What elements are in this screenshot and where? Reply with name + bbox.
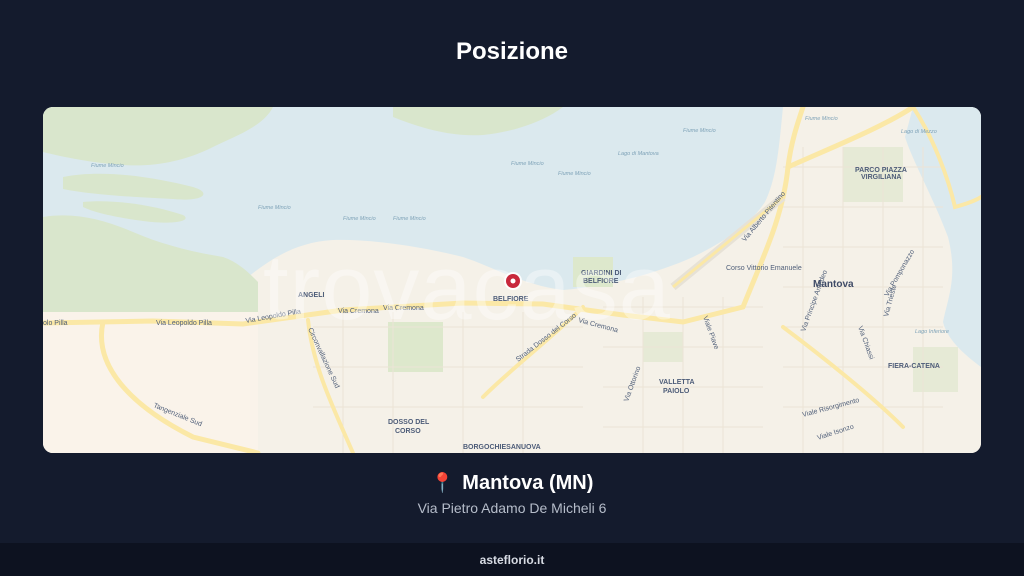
water-label: Fiume Mincio [91,163,124,169]
location-marker-icon[interactable] [504,272,522,290]
water-label: Lago Inferiore [915,329,949,335]
pin-icon: 📍 [430,473,455,494]
water-label: Fiume Mincio [343,216,376,222]
land-outskirts [43,312,258,453]
water-label: Fiume Mincio [683,128,716,134]
district-label: FIERA-CATENA [888,363,940,370]
water-label: Lago di Mantova [618,151,659,157]
map-watermark: trovacasa [263,237,671,339]
water-label: Fiume Mincio [805,116,838,122]
map-view[interactable]: Fiume Mincio Lago di Mantova Fiume Minci… [43,107,981,453]
water-label: Fiume Mincio [393,216,426,222]
location-heading: 📍 Mantova (MN) [0,472,1024,495]
road-label: Via Leopoldo Pilla [156,320,212,327]
district-label: CORSO [395,428,421,435]
page-title: Posizione [455,38,569,65]
district-label: VIRGILIANA [861,174,901,181]
footer-brand[interactable]: asteflorio.it [480,553,545,567]
district-label: VALLETTA [659,379,695,386]
district-label: PAIOLO [663,388,690,395]
district-label: BORGOCHIESANUOVA [463,444,541,451]
location-name: Mantova (MN) [462,472,594,494]
water-label: Fiume Mincio [258,205,291,211]
road-label: olo Pilla [43,320,68,327]
road-label: Corso Vittorio Emanuele [726,265,802,272]
district-label: PARCO PIAZZA [855,167,907,174]
map-canvas[interactable]: Fiume Mincio Lago di Mantova Fiume Minci… [43,107,981,453]
district-label: DOSSO DEL [388,419,430,426]
water-label: Lago di Mezzo [901,129,937,135]
footer: asteflorio.it [0,543,1024,576]
water-label: Fiume Mincio [511,161,544,167]
address-text: Via Pietro Adamo De Micheli 6 [417,500,607,516]
water-label: Fiume Mincio [558,171,591,177]
